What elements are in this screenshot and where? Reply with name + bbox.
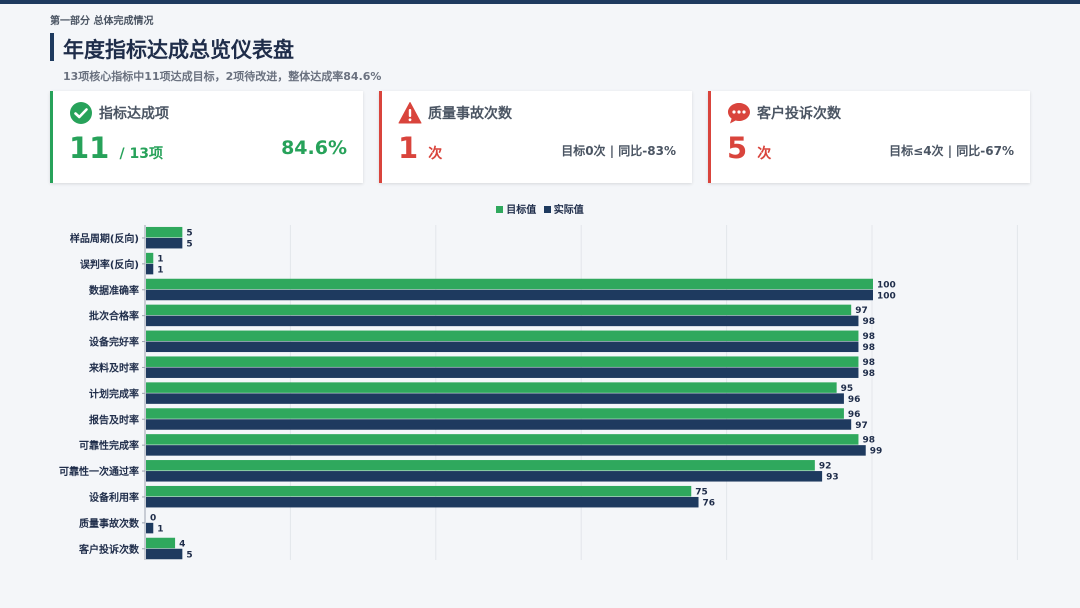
category-label: 报告及时率 [89,413,139,426]
data-label-actual: 98 [862,317,875,327]
card-label: 质量事故次数 [428,106,512,122]
data-label-target: 95 [841,384,854,394]
page-title: 年度指标达成总览仪表盘 [63,38,294,62]
bar-actual [146,367,859,378]
kpi-card-quality-incidents: 质量事故次数 1 次 目标0次 | 同比-83% [379,91,692,183]
data-label-actual: 100 [877,291,896,301]
card-label: 指标达成项 [99,106,169,122]
data-label-target: 1 [157,254,163,264]
bar-target [146,485,692,497]
data-label-actual: 93 [826,473,839,483]
chart-legend: 目标值 实际值 [0,201,1080,216]
bar-target [146,330,859,342]
bar-target [146,382,837,393]
legend-item-target: 目标值 [496,205,536,216]
data-label-actual: 5 [186,239,192,249]
data-label-actual: 5 [186,550,192,560]
data-label-target: 4 [179,539,185,549]
data-label-actual: 76 [703,498,716,508]
bar-target [146,356,859,367]
legend-item-actual: 实际值 [543,205,584,216]
data-label-actual: 96 [848,395,861,405]
bar-actual [146,263,154,275]
card-value: 5 次 [727,131,772,165]
bar-target [146,434,859,445]
check-circle-icon [70,102,92,124]
card-value: 11 / 13项 [69,131,163,165]
data-label-actual: 1 [157,524,163,534]
bar-actual [146,445,866,456]
bar-actual [146,548,183,560]
data-label-target: 75 [695,487,708,497]
kpi-card-complaints: 客户投诉次数 5 次 目标≤4次 | 同比-67% [708,91,1030,183]
category-label: 设备利用率 [89,491,139,504]
chat-bubble-icon [728,103,750,124]
category-label: 可靠性一次通过率 [59,465,139,478]
data-label-target: 100 [877,280,896,290]
bar-target [146,460,815,471]
data-label-target: 98 [862,358,875,368]
bar-actual [146,471,823,482]
data-label-actual: 99 [870,447,883,457]
category-label: 误判率(反向) [80,258,139,271]
data-label-actual: 98 [862,369,875,379]
data-label-target: 96 [848,410,861,420]
achievement-rate: 84.6% [281,137,347,159]
bar-target [146,408,844,419]
category-label: 客户投诉次数 [78,543,140,556]
card-value: 1 次 [398,131,443,165]
data-label-target: 5 [186,228,192,238]
bar-target [146,226,183,238]
card-unit: 次 [428,146,443,162]
bar-actual [146,315,859,327]
data-label-target: 92 [819,462,832,472]
bar-target [146,252,154,264]
bar-actual [146,522,154,534]
data-label-target: 98 [862,332,875,342]
bar-actual [146,393,844,404]
card-unit: 次 [757,146,772,162]
bar-actual [146,419,852,430]
title-accent-bar [50,33,54,61]
top-accent-bar [0,0,1080,4]
page-subtitle: 13项核心指标中11项达成目标，2项待改进，整体达成率84.6% [63,70,382,83]
category-label: 数据准确率 [89,284,139,297]
section-label: 第一部分 总体完成情况 [50,16,154,27]
category-label: 批次合格率 [89,310,139,323]
bar-target [146,278,873,290]
category-label: 计划完成率 [89,387,139,400]
category-label: 样品周期(反向) [70,232,139,245]
data-label-actual: 98 [862,343,875,353]
card-target-compare: 目标≤4次 | 同比-67% [889,144,1014,158]
category-label: 可靠性完成率 [79,439,139,452]
data-label-target: 98 [862,436,875,446]
data-label-target: 97 [855,306,868,316]
data-label-target: 0 [150,513,156,523]
kpi-card-achieved: 指标达成项 11 / 13项 84.6% [50,91,363,183]
card-unit: / 13项 [119,146,163,162]
bar-chart: 样品周期(反向)55误判率(反向)11数据准确率100100批次合格率9798设… [59,225,1018,560]
bar-actual [146,237,183,249]
data-label-actual: 97 [855,421,868,431]
card-label: 客户投诉次数 [757,106,841,122]
category-label: 来料及时率 [88,361,139,374]
bar-target [146,304,852,316]
category-label: 质量事故次数 [79,517,140,530]
category-label: 设备完好率 [89,336,139,349]
bar-actual [146,289,873,301]
bar-actual [146,496,699,508]
warning-triangle-icon [398,102,422,124]
card-target-compare: 目标0次 | 同比-83% [561,144,676,158]
bar-actual [146,341,859,353]
bar-target [146,537,176,549]
data-label-actual: 1 [157,265,163,275]
